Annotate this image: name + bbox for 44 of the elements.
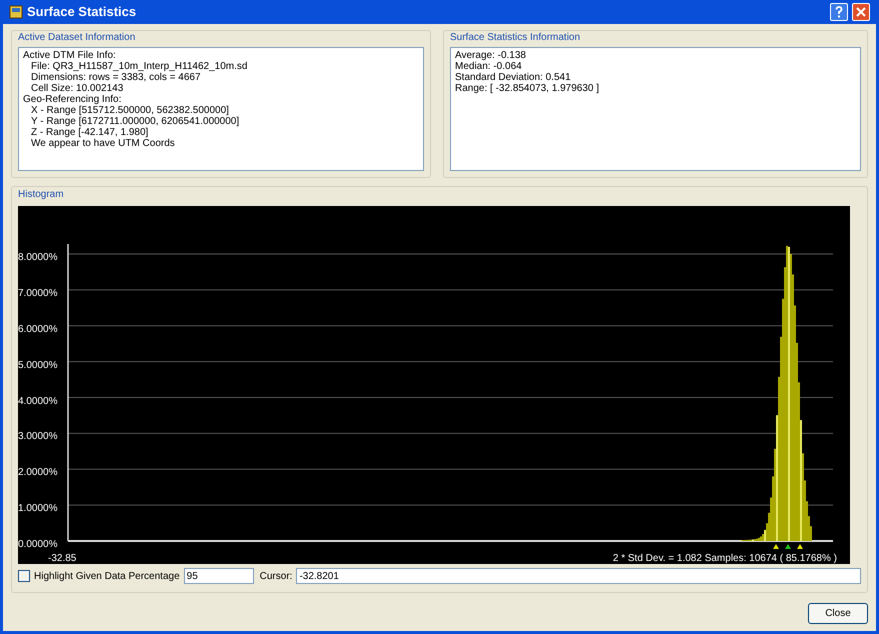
- group-title: Active Dataset Information: [18, 31, 136, 45]
- group-title: Histogram: [17, 188, 65, 202]
- y-tick-label: 6.0000%: [18, 324, 58, 335]
- info-line: We appear to have UTM Coords: [30, 138, 176, 149]
- percentage-field[interactable]: 95: [184, 568, 254, 584]
- summary-text: 2 * Std Dev. = 1.082 Samples: 10674 ( 85.1768% ): [612, 554, 837, 564]
- checkbox[interactable]: [18, 570, 30, 582]
- help-button[interactable]: [830, 3, 848, 21]
- checkbox-label: Highlight Given Data Percentage: [34, 570, 180, 584]
- help-icon: [835, 6, 843, 18]
- app-icon: [9, 5, 23, 19]
- y-tick-label: 8.0000%: [18, 253, 58, 263]
- close-window-button[interactable]: [852, 3, 870, 21]
- info-line: Average: -0.138: [455, 50, 527, 61]
- y-tick-label: 3.0000%: [18, 432, 58, 442]
- cursor-label: Cursor:: [260, 570, 292, 584]
- info-line: Median: -0.064: [455, 61, 523, 72]
- info-line: X - Range [515712.500000, 562382.500000]: [30, 105, 230, 116]
- y-tick-label: 1.0000%: [18, 504, 58, 514]
- y-tick-label: 0.0000%: [18, 540, 58, 550]
- close-button[interactable]: Close: [808, 603, 868, 624]
- text-area[interactable]: Average: -0.138 Median: -0.064 Standard Deviation: 0.541 Range: [ -32.854073, 1.979630 ]: [450, 47, 861, 171]
- info-line: Dimensions: rows = 3383, cols = 4667: [30, 72, 202, 83]
- info-line: Z - Range [-42.147, 1.980]: [30, 127, 150, 138]
- marker-icon: [773, 544, 779, 549]
- y-tick-label: 7.0000%: [18, 288, 58, 299]
- marker-icon: [785, 544, 791, 549]
- text-area[interactable]: [18, 47, 424, 171]
- info-line: Cell Size: 10.002143: [30, 83, 124, 94]
- window-title: Surface Statistics: [27, 3, 136, 22]
- group-title: Surface Statistics Information: [450, 31, 582, 45]
- info-line: Range: [ -32.854073, 1.979630 ]: [455, 83, 600, 94]
- info-line: File: QR3_H11587_10m_Interp_H11462_10m.sd: [30, 61, 248, 72]
- x-axis-label: -32.85: [48, 554, 76, 564]
- info-line: Geo-Referencing Info:: [23, 94, 122, 105]
- close-icon: [856, 7, 866, 17]
- info-line: Standard Deviation: 0.541: [455, 72, 572, 83]
- y-tick-label: 2.0000%: [18, 468, 58, 478]
- y-tick-label: 4.0000%: [18, 396, 58, 406]
- info-line: Active DTM File Info:: [23, 50, 117, 61]
- cursor-field[interactable]: -32.8201: [296, 568, 861, 584]
- y-tick-label: 5.0000%: [18, 360, 58, 371]
- marker-icon: [797, 544, 803, 549]
- info-line: Y - Range [6172711.000000, 6206541.000000]: [30, 116, 240, 127]
